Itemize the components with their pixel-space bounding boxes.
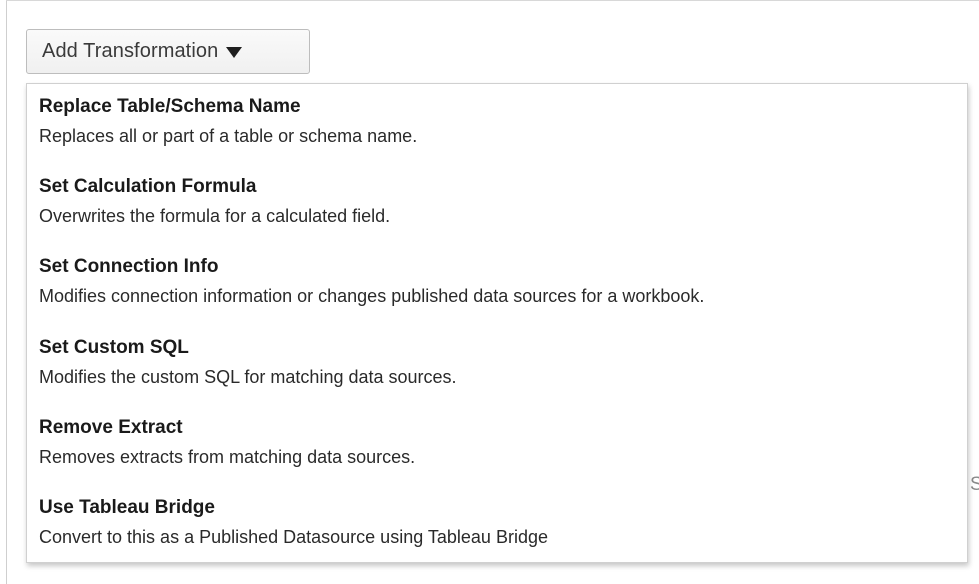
menu-item-description: Removes extracts from matching data sour… — [39, 447, 416, 467]
menu-item-set-custom-sql[interactable]: Set Custom SQL Modifies the custom SQL f… — [27, 325, 967, 401]
menu-item-description: Overwrites the formula for a calculated … — [39, 206, 391, 226]
menu-item-set-calculation-formula[interactable]: Set Calculation Formula Overwrites the f… — [27, 164, 967, 240]
menu-item-title: Set Connection Info — [39, 256, 219, 277]
menu-item-title: Remove Extract — [39, 417, 183, 438]
transformation-dropdown-menu: Replace Table/Schema Name Replaces all o… — [26, 83, 968, 563]
menu-item-description: Replaces all or part of a table or schem… — [39, 126, 418, 146]
add-transformation-button[interactable]: Add Transformation — [26, 29, 310, 74]
menu-item-description: Convert to this as a Published Datasourc… — [39, 527, 548, 547]
menu-item-title: Use Tableau Bridge — [39, 497, 215, 518]
add-transformation-label: Add Transformation — [42, 40, 219, 62]
menu-item-description: Modifies connection information or chang… — [39, 286, 705, 306]
menu-item-set-connection-info[interactable]: Set Connection Info Modifies connection … — [27, 244, 967, 320]
menu-item-title: Set Calculation Formula — [39, 176, 257, 197]
panel-top-border — [6, 0, 979, 1]
menu-item-description: Modifies the custom SQL for matching dat… — [39, 367, 457, 387]
caret-down-icon — [226, 47, 243, 58]
panel-left-border — [6, 0, 7, 584]
background-partial-text: S — [970, 474, 979, 495]
menu-item-title: Replace Table/Schema Name — [39, 96, 301, 117]
menu-item-title: Set Custom SQL — [39, 337, 189, 358]
menu-item-replace-table-schema-name[interactable]: Replace Table/Schema Name Replaces all o… — [27, 84, 967, 160]
menu-item-use-tableau-bridge[interactable]: Use Tableau Bridge Convert to this as a … — [27, 485, 967, 561]
menu-item-remove-extract[interactable]: Remove Extract Removes extracts from mat… — [27, 405, 967, 481]
